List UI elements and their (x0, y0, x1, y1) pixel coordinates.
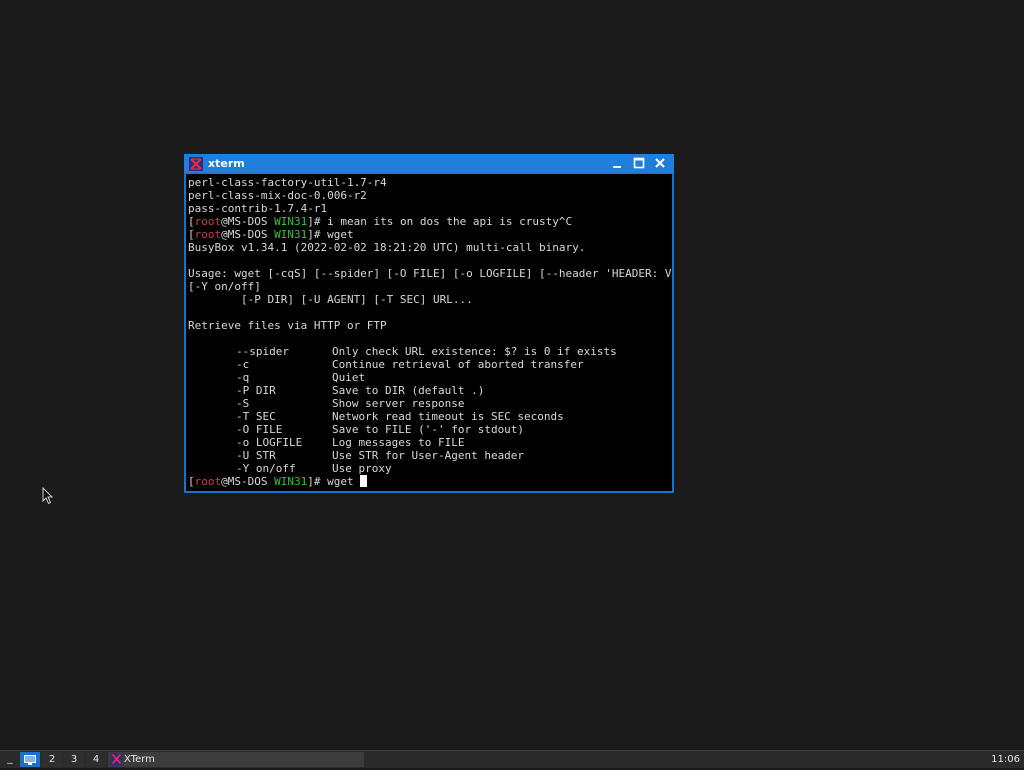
prompt-line: [root@MS-DOS WIN31]# i mean its on dos t… (188, 215, 670, 228)
minimize-button[interactable] (608, 155, 626, 172)
option-desc: Show server response (332, 397, 465, 410)
option-desc: Continue retrieval of aborted transfer (332, 358, 584, 371)
command-text: wget (320, 228, 354, 241)
prompt-at: @ (221, 475, 228, 488)
option-row: -o LOGFILE Log messages to FILE (188, 436, 670, 449)
workspace-2[interactable]: 2 (42, 752, 62, 767)
command-text: i mean its on dos the api is crusty^C (320, 215, 573, 228)
terminal-line: pass-contrib-1.7.4-r1 (188, 202, 328, 215)
option-row: -Y on/off Use proxy (188, 462, 670, 475)
close-button[interactable] (651, 155, 669, 172)
option-desc: Use proxy (332, 462, 392, 475)
option-flag: -O FILE (236, 423, 283, 436)
prompt-close: ]# (307, 215, 321, 228)
mouse-pointer-icon (42, 486, 54, 509)
prompt-host: MS-DOS (227, 475, 268, 488)
option-desc: Save to DIR (default .) (332, 384, 485, 397)
output-line: Usage: wget [-cqS] [--spider] [-O FILE] … (188, 267, 672, 280)
prompt-open: [ (188, 228, 195, 241)
option-row: --spider Only check URL existence: $? is … (188, 345, 670, 358)
prompt-host: MS-DOS (227, 228, 268, 241)
workspace-3[interactable]: 3 (64, 752, 84, 767)
window-titlebar[interactable]: xterm (184, 154, 674, 173)
command-input[interactable]: wget (321, 475, 361, 488)
prompt-user: root (194, 475, 222, 488)
prompt-dir: WIN31 (274, 475, 308, 488)
maximize-button[interactable] (630, 155, 648, 172)
option-desc: Log messages to FILE (332, 436, 465, 449)
clock: 11:06 (991, 754, 1020, 765)
prompt-line: [root@MS-DOS WIN31]# wget (188, 228, 670, 241)
taskbar-item-label: XTerm (124, 754, 155, 765)
monitor-icon (24, 755, 36, 765)
prompt-user: root (194, 215, 222, 228)
option-flag: -o LOGFILE (236, 436, 303, 449)
option-desc: Save to FILE ('-' for stdout) (332, 423, 525, 436)
xterm-app-icon (189, 156, 203, 171)
taskbar: _ 2 3 4 XTerm 11:06 (0, 750, 1024, 768)
output-line: [-P DIR] [-U AGENT] [-T SEC] URL... (188, 293, 473, 306)
prompt-dir: WIN31 (274, 215, 308, 228)
text-cursor (360, 475, 368, 487)
start-menu-button[interactable]: _ (3, 752, 17, 767)
prompt-dir: WIN31 (274, 228, 308, 241)
option-flag: -q (236, 371, 250, 384)
option-flag: --spider (236, 345, 289, 358)
option-desc: Use STR for User-Agent header (332, 449, 525, 462)
xterm-task-icon (111, 753, 122, 770)
option-row: -T SEC Network read timeout is SEC second… (188, 410, 670, 423)
output-line: Retrieve files via HTTP or FTP (188, 319, 387, 332)
active-prompt-line[interactable]: [root@MS-DOS WIN31]# wget (188, 475, 670, 488)
prompt-user: root (194, 228, 222, 241)
option-flag: -T SEC (236, 410, 276, 423)
terminal-line: perl-class-mix-doc-0.006-r2 (188, 189, 367, 202)
prompt-at: @ (221, 215, 228, 228)
prompt-open: [ (188, 475, 195, 488)
option-row: -q Quiet (188, 371, 670, 384)
option-row: -c Continue retrieval of aborted transfer (188, 358, 670, 371)
option-desc: Quiet (332, 371, 366, 384)
option-desc: Only check URL existence: $? is 0 if exi… (332, 345, 617, 358)
option-row: -P DIR Save to DIR (default .) (188, 384, 670, 397)
option-flag: -Y on/off (236, 462, 296, 475)
option-desc: Network read timeout is SEC seconds (332, 410, 564, 423)
workspace-4[interactable]: 4 (86, 752, 106, 767)
prompt-close: ]# (307, 475, 321, 488)
prompt-close: ]# (307, 228, 321, 241)
output-line: [-Y on/off] (188, 280, 261, 293)
option-flag: -S (236, 397, 250, 410)
output-line: BusyBox v1.34.1 (2022-02-02 18:21:20 UTC… (188, 241, 586, 254)
prompt-open: [ (188, 215, 195, 228)
prompt-host: MS-DOS (227, 215, 268, 228)
workspace-1[interactable] (20, 752, 40, 767)
taskbar-item-xterm[interactable]: XTerm (108, 752, 364, 767)
terminal-line: perl-class-factory-util-1.7-r4 (188, 176, 387, 189)
option-row: -U STR Use STR for User-Agent header (188, 449, 670, 462)
prompt-at: @ (221, 228, 228, 241)
window-title: xterm (208, 157, 245, 170)
option-row: -S Show server response (188, 397, 670, 410)
option-flag: -U STR (236, 449, 276, 462)
option-row: -O FILE Save to FILE ('-' for stdout) (188, 423, 670, 436)
option-flag: -P DIR (236, 384, 276, 397)
terminal-output[interactable]: perl-class-factory-util-1.7-r4 perl-clas… (186, 174, 672, 491)
option-flag: -c (236, 358, 250, 371)
xterm-window[interactable]: xterm perl-class-factory-util-1.7-r4 per… (184, 154, 674, 493)
